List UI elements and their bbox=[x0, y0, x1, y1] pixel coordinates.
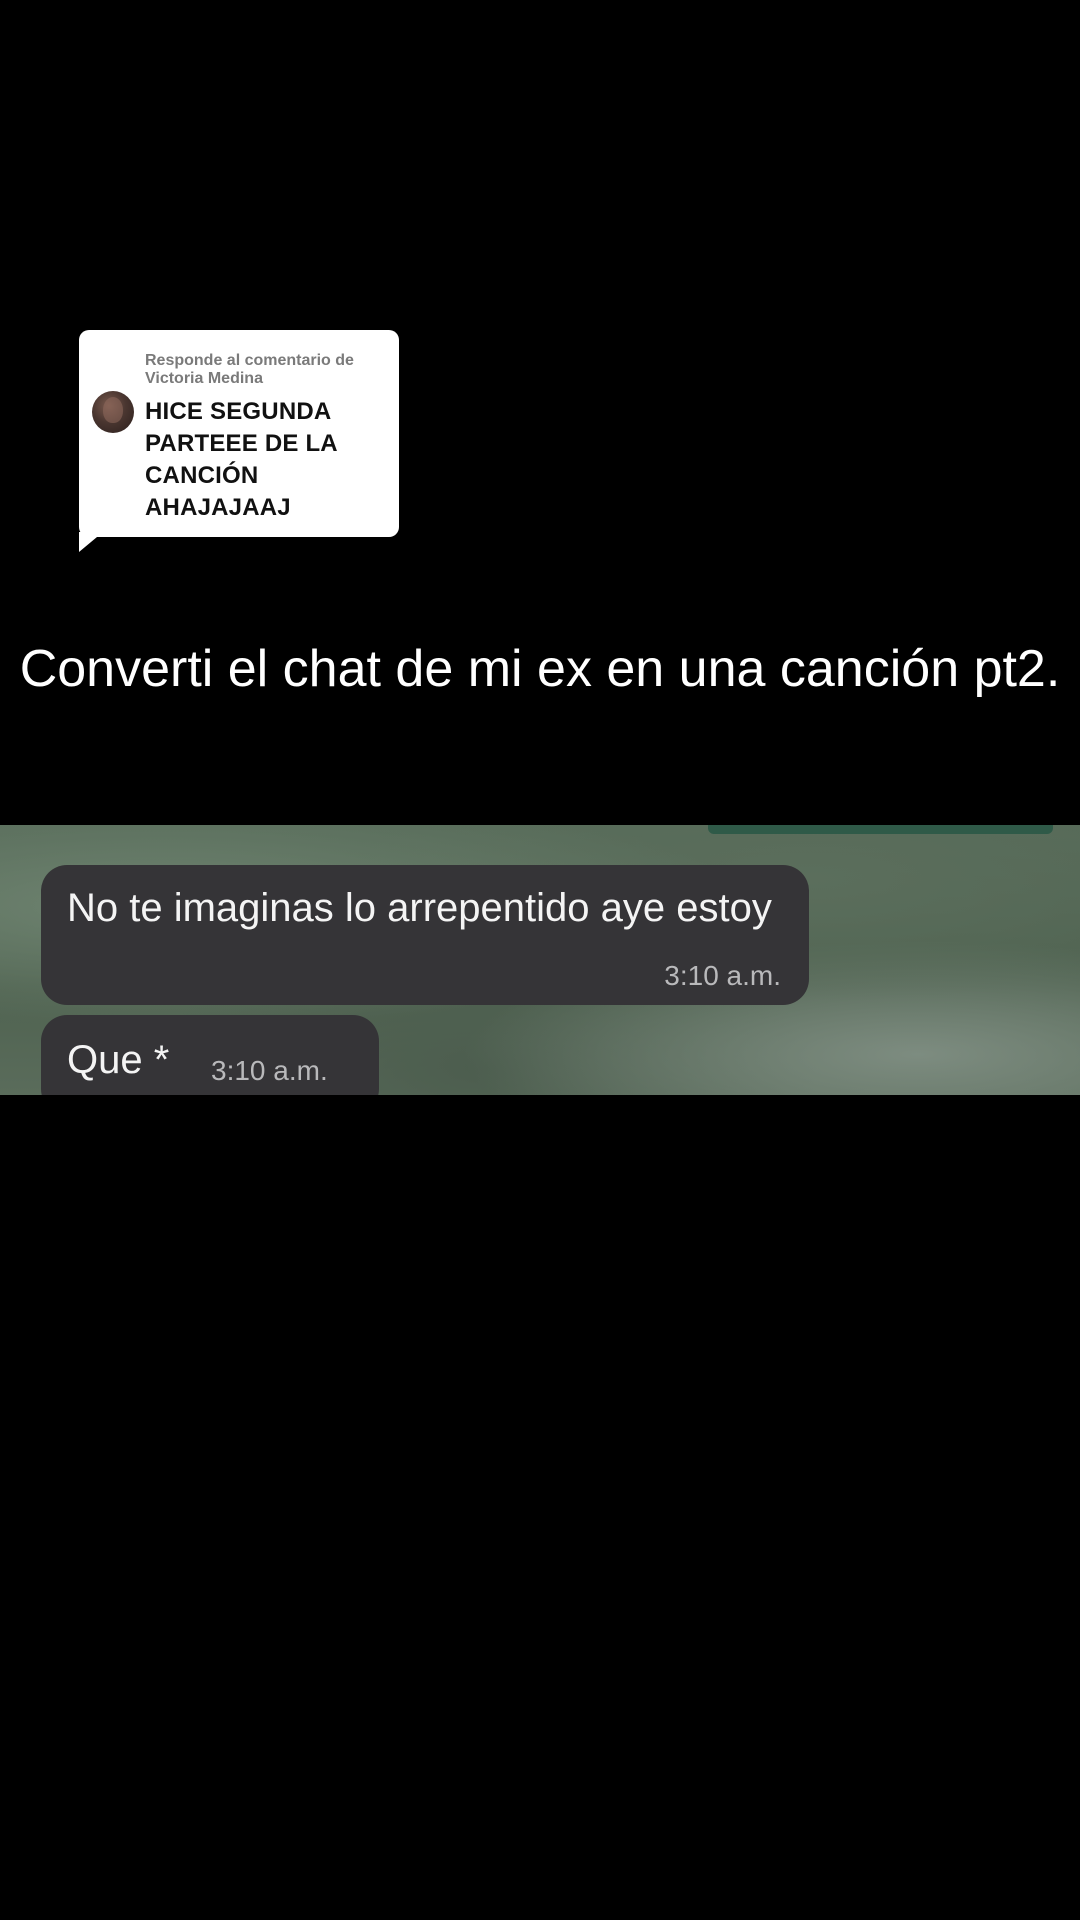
chat-bubble: No te imaginas lo arrepentido aye estoy … bbox=[41, 865, 809, 1005]
chat-screenshot: No te imaginas lo arrepentido aye estoy … bbox=[0, 825, 1080, 1095]
message-time: 3:10 a.m. bbox=[664, 960, 781, 991]
commenter-avatar bbox=[92, 391, 134, 433]
reply-header: Responde al comentario de Victoria Medin… bbox=[145, 352, 354, 387]
sent-message-edge bbox=[708, 825, 1053, 834]
message-text: No te imaginas lo arrepentido aye estoy bbox=[67, 886, 772, 930]
message-time: 3:10 a.m. bbox=[211, 1055, 328, 1086]
reply-card-tail bbox=[79, 532, 103, 552]
comment-reply-card[interactable]: Responde al comentario de Victoria Medin… bbox=[79, 330, 399, 537]
chat-bubble: Que * 3:10 a.m. bbox=[41, 1015, 379, 1095]
video-caption: Converti el chat de mi ex en una canción… bbox=[19, 640, 1061, 698]
reply-comment-text: HICE SEGUNDA PARTEEE DE LA CANCIÓN AHAJA… bbox=[145, 398, 337, 521]
message-text: Que * bbox=[67, 1038, 170, 1082]
